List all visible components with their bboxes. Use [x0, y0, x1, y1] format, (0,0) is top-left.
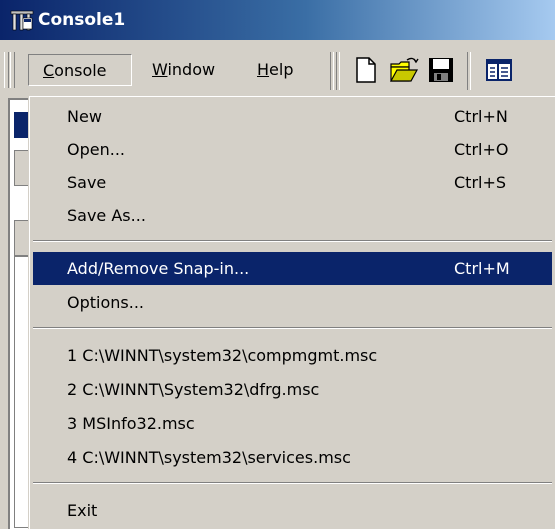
open-folder-icon[interactable]	[389, 55, 419, 85]
menu-item-recent-4[interactable]: 4 C:\WINNT\system32\services.msc	[33, 441, 552, 474]
toolbar-separator	[336, 52, 340, 90]
menu-item-recent-3[interactable]: 3 MSInfo32.msc	[33, 407, 552, 440]
toolbar-separator	[467, 52, 471, 90]
menubar-grip-2[interactable]	[10, 52, 15, 88]
console-app-icon	[10, 10, 34, 31]
shortcut-label: Ctrl+S	[454, 173, 507, 192]
menu-item-new[interactable]: New Ctrl+N	[33, 100, 552, 133]
save-icon[interactable]	[426, 55, 456, 85]
menu-window[interactable]: Window	[152, 54, 232, 86]
menu-item-save[interactable]: Save Ctrl+S	[33, 166, 552, 199]
menubar-grip[interactable]	[4, 52, 9, 88]
child-window-titlebar[interactable]	[14, 112, 28, 138]
menu-console[interactable]: Console	[28, 54, 132, 86]
console-menu-dropdown: New Ctrl+N Open... Ctrl+O Save Ctrl+S Sa…	[28, 95, 555, 529]
menu-help[interactable]: Help	[257, 54, 307, 86]
shortcut-label: Ctrl+M	[454, 259, 510, 278]
menu-item-recent-2[interactable]: 2 C:\WINNT\System32\dfrg.msc	[33, 373, 552, 406]
title-bar[interactable]: Console1	[0, 0, 555, 40]
menu-separator	[33, 240, 552, 242]
new-document-icon[interactable]	[351, 55, 381, 85]
shortcut-label: Ctrl+O	[454, 140, 509, 159]
menu-item-exit[interactable]: Exit	[33, 494, 552, 527]
window-title: Console1	[38, 10, 126, 30]
shortcut-label: Ctrl+N	[454, 107, 508, 126]
menu-item-save-as[interactable]: Save As...	[33, 199, 552, 232]
menu-item-open[interactable]: Open... Ctrl+O	[33, 133, 552, 166]
menu-item-add-remove-snap-in[interactable]: Add/Remove Snap-in... Ctrl+M	[33, 252, 552, 285]
mmc-window: Console1 Console Window Help New Ctrl+N …	[0, 0, 555, 529]
menu-toolbar: Console Window Help	[0, 40, 555, 98]
toolbar-separator	[330, 52, 334, 90]
menu-item-options[interactable]: Options...	[33, 286, 552, 319]
menu-item-recent-1[interactable]: 1 C:\WINNT\system32\compmgmt.msc	[33, 339, 552, 372]
menu-separator	[33, 482, 552, 484]
show-hide-console-tree-icon[interactable]	[484, 55, 514, 85]
menu-separator	[33, 327, 552, 329]
